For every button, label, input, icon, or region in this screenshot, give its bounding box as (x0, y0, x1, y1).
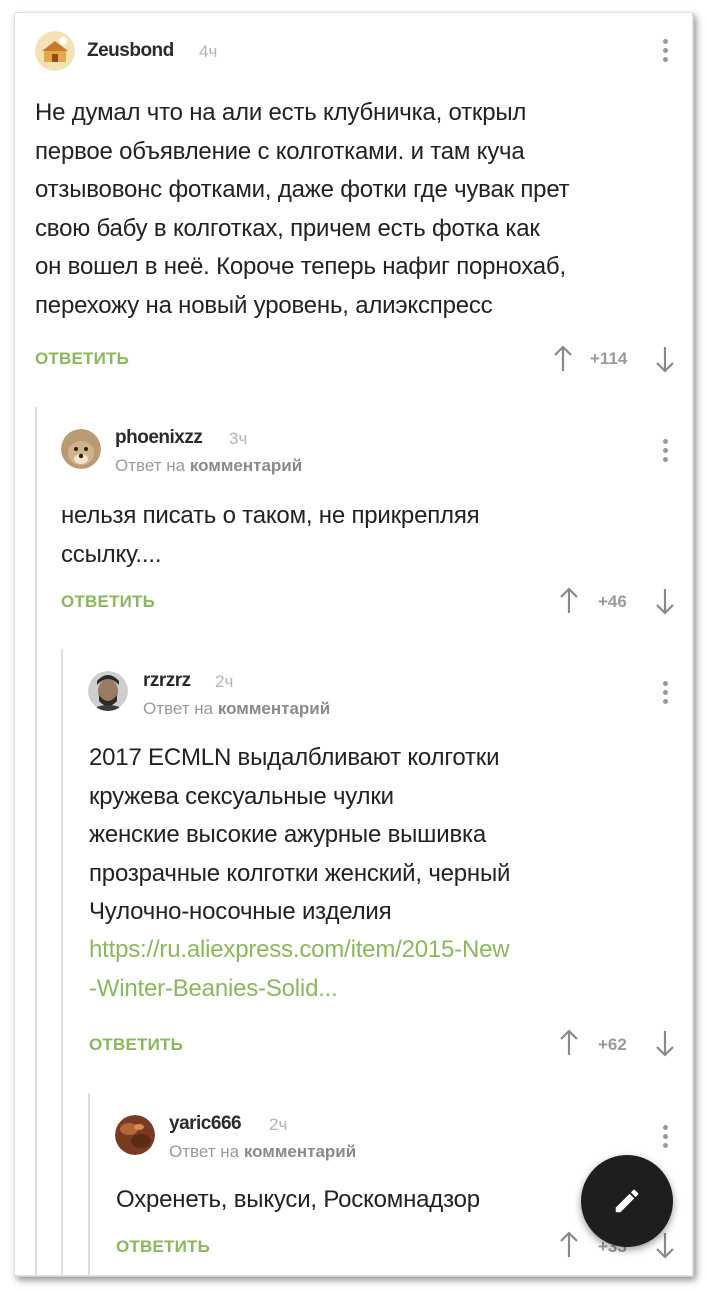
username[interactable]: yaric666 (169, 1113, 242, 1135)
rating: +62 (598, 1035, 627, 1054)
reply-to-link[interactable]: комментарий (244, 1142, 356, 1161)
comment-text: 2017 ECMLN выдалбливают колготки кружева… (89, 744, 511, 925)
avatar[interactable] (61, 429, 101, 469)
avatar-image (61, 429, 101, 469)
reply-to-label: Ответ на комментарий (169, 1142, 356, 1162)
avatar-image (115, 1115, 155, 1155)
comments-panel: Zeusbond 4ч Не думал что на али есть клу… (14, 12, 693, 1276)
reply-button[interactable]: ОТВЕТИТЬ (35, 349, 129, 369)
upvote-arrow-icon[interactable] (553, 345, 573, 373)
comment-text: Не думал что на али есть клубничка, откр… (35, 99, 570, 319)
avatar[interactable] (35, 31, 75, 71)
comment-text: Охренеть, выкуси, Роскомнадзор (116, 1186, 480, 1213)
thread-line (88, 1093, 90, 1275)
avatar[interactable] (115, 1115, 155, 1155)
reply-to-link[interactable]: комментарий (190, 456, 302, 475)
more-options-icon[interactable] (661, 1125, 669, 1153)
username[interactable]: rzrzrz (143, 670, 191, 692)
comment-link[interactable]: https://ru.aliexpress.com/item/2015-New … (89, 931, 510, 1008)
avatar-image (35, 31, 75, 71)
reply-button[interactable]: ОТВЕТИТЬ (116, 1237, 210, 1257)
reply-to-link[interactable]: комментарий (218, 699, 330, 718)
thread-line (61, 649, 63, 1275)
reply-button[interactable]: ОТВЕТИТЬ (89, 1035, 183, 1055)
timestamp: 3ч (229, 429, 248, 448)
reply-to-prefix: Ответ на (143, 699, 214, 718)
upvote-arrow-icon[interactable] (559, 587, 579, 615)
pencil-icon (615, 1189, 639, 1213)
reply-to-prefix: Ответ на (115, 456, 186, 475)
more-options-icon[interactable] (661, 39, 669, 67)
avatar[interactable] (88, 671, 128, 711)
rating: +46 (598, 592, 627, 611)
downvote-arrow-icon[interactable] (655, 345, 675, 373)
username[interactable]: phoenixzz (115, 427, 203, 449)
avatar-image (88, 671, 128, 711)
username[interactable]: Zeusbond (87, 40, 174, 62)
rating: +114 (590, 349, 628, 368)
reply-button[interactable]: ОТВЕТИТЬ (61, 592, 155, 612)
reply-to-label: Ответ на комментарий (143, 699, 330, 719)
upvote-arrow-icon[interactable] (559, 1231, 579, 1259)
downvote-arrow-icon[interactable] (655, 1231, 675, 1259)
comment-text: нельзя писать о таком, не прикрепляя ссы… (61, 502, 480, 568)
write-comment-button[interactable] (581, 1155, 673, 1247)
downvote-arrow-icon[interactable] (655, 587, 675, 615)
upvote-arrow-icon[interactable] (559, 1029, 579, 1057)
timestamp: 2ч (215, 672, 234, 691)
more-options-icon[interactable] (661, 681, 669, 709)
timestamp: 2ч (269, 1115, 288, 1134)
timestamp: 4ч (199, 42, 218, 61)
more-options-icon[interactable] (661, 439, 669, 467)
downvote-arrow-icon[interactable] (655, 1029, 675, 1057)
reply-to-prefix: Ответ на (169, 1142, 240, 1161)
reply-to-label: Ответ на комментарий (115, 456, 302, 476)
thread-line (35, 407, 37, 1275)
